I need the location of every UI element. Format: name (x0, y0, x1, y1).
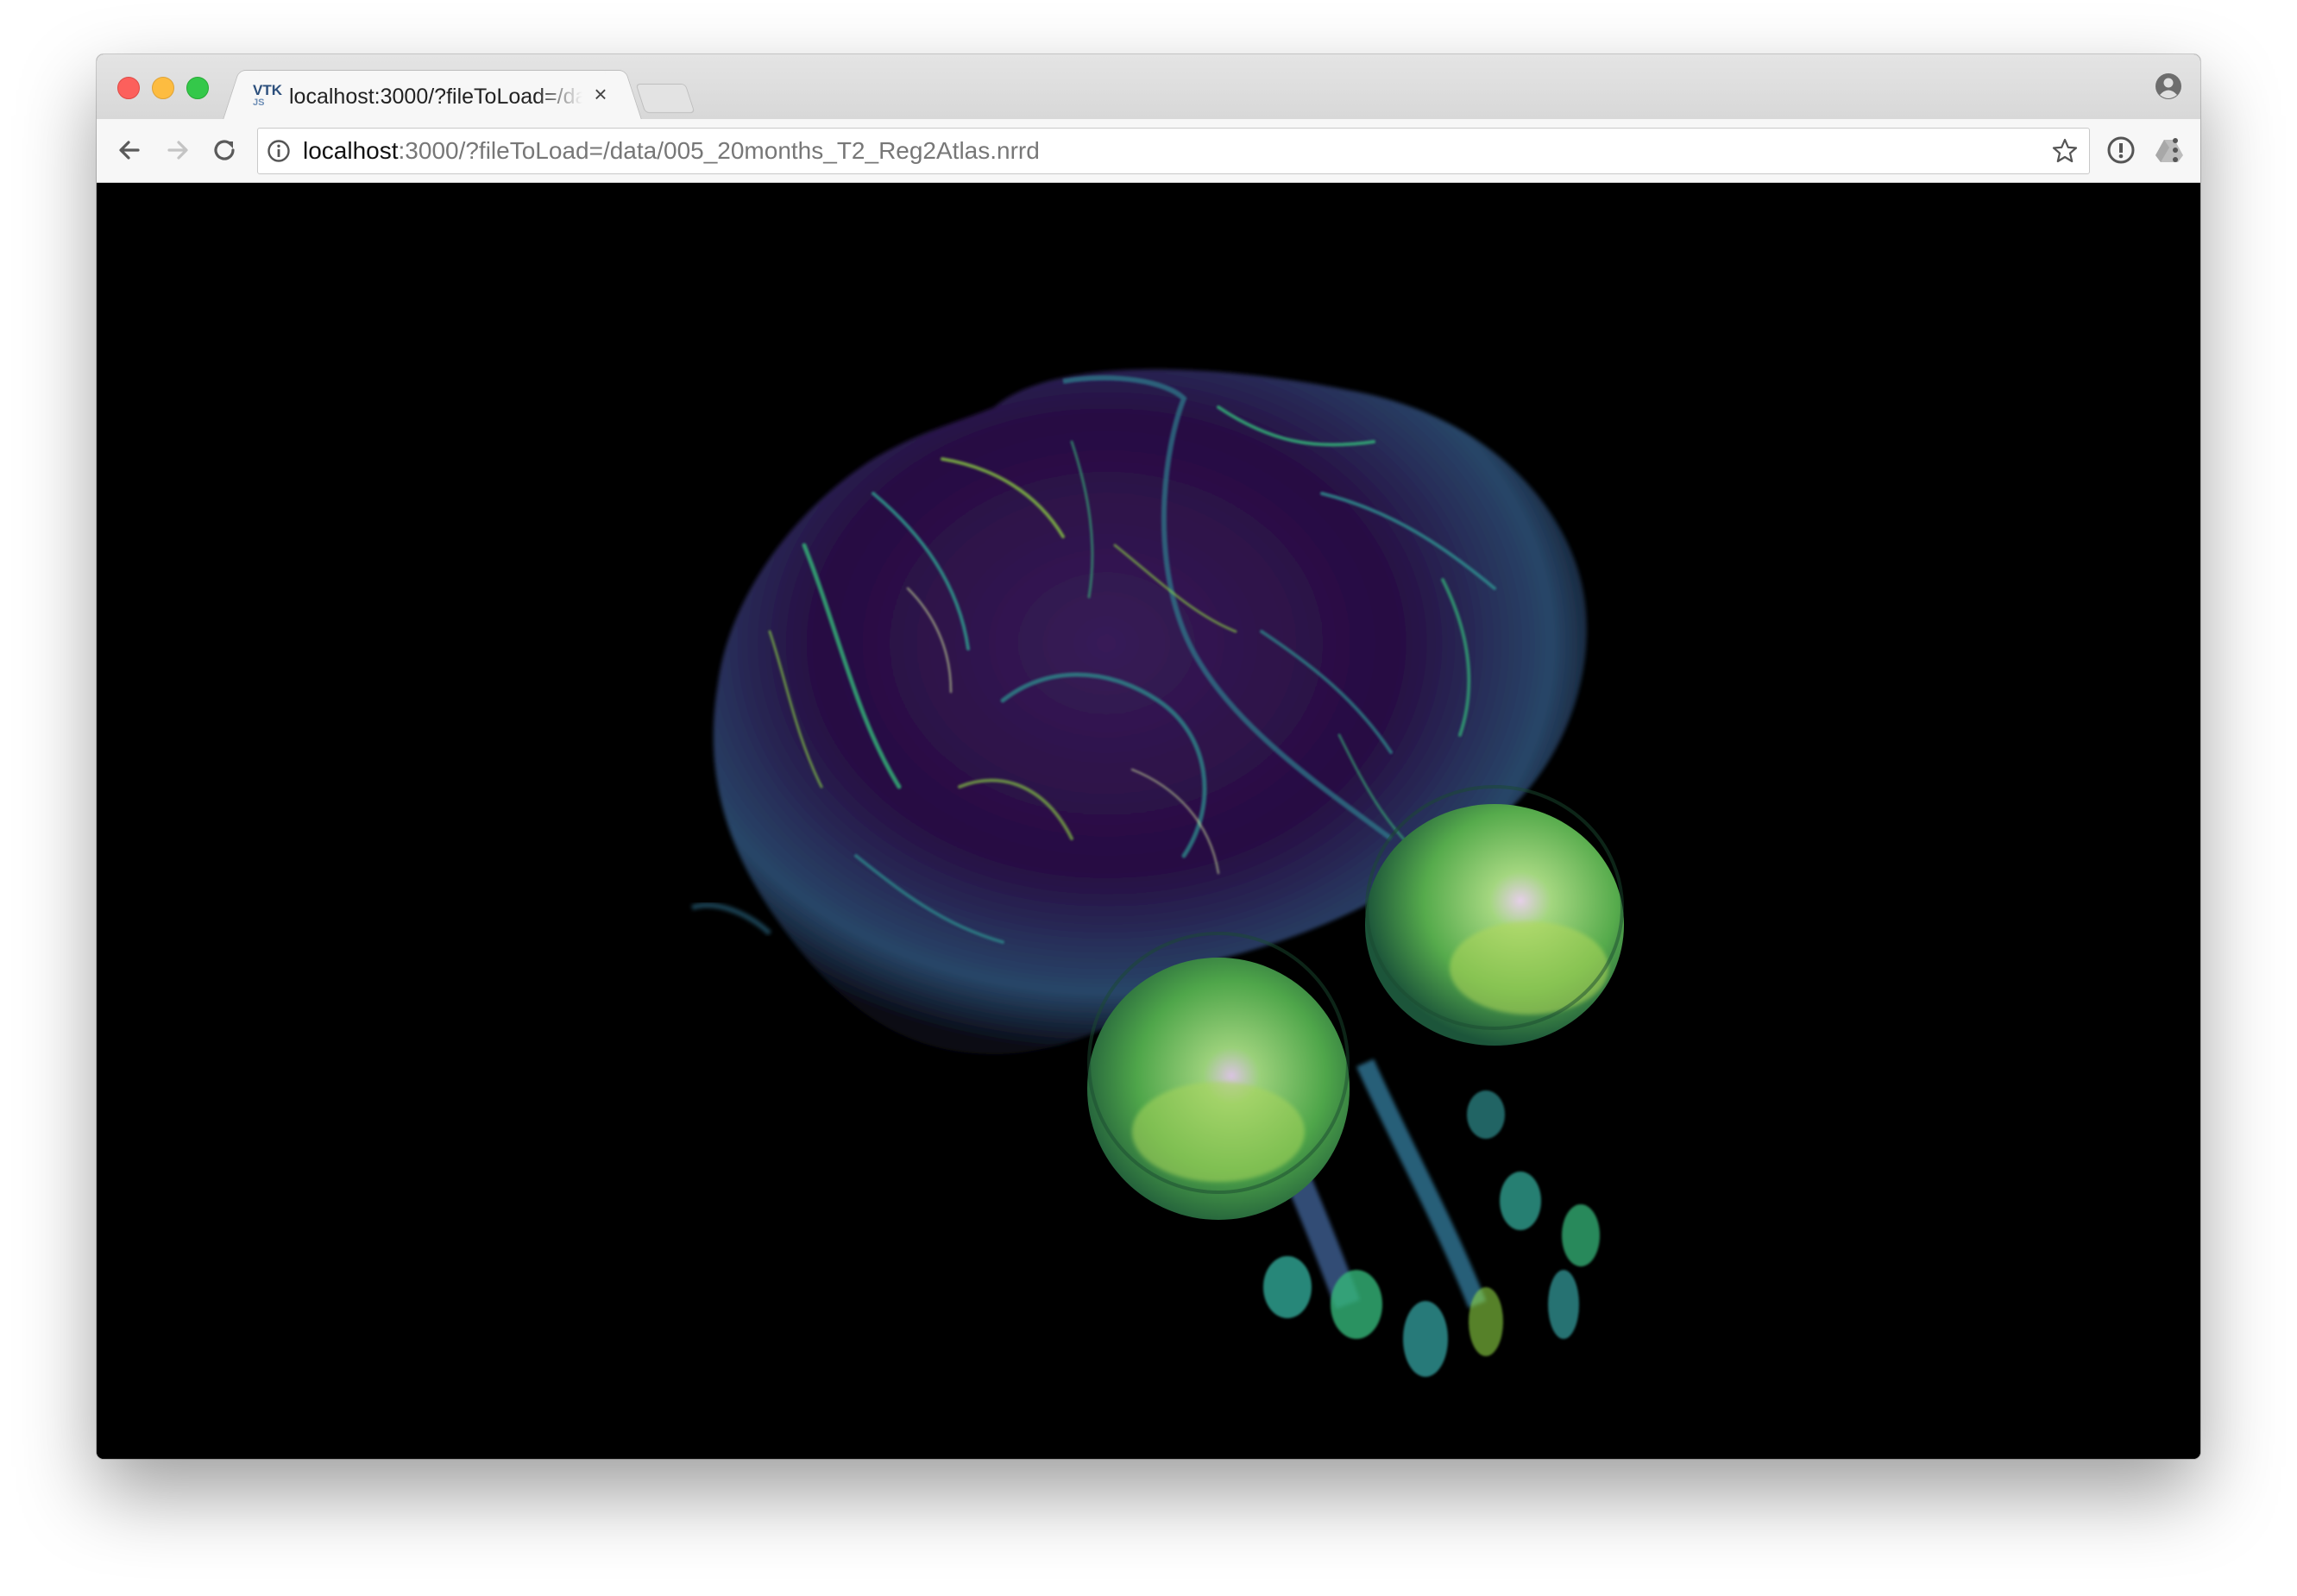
vtk-favicon-icon: VTK JS (253, 82, 282, 108)
browser-window: VTK JS localhost:3000/?fileToLoad=/data/… (97, 54, 2200, 1459)
url-text[interactable]: localhost:3000/?fileToLoad=/data/005_20m… (303, 137, 1040, 165)
url-host: localhost (303, 137, 399, 164)
tab-title: localhost:3000/?fileToLoad=/data/005_20m… (289, 85, 582, 109)
tab-active[interactable]: VTK JS localhost:3000/?fileToLoad=/data/… (242, 70, 623, 121)
volume-rendering (691, 369, 1624, 1377)
window-maximize-button[interactable] (186, 77, 209, 99)
arrow-left-icon[interactable] (112, 133, 147, 167)
arrow-right-icon[interactable] (160, 133, 195, 167)
star-icon[interactable] (2051, 137, 2079, 165)
browser-toolbar: localhost:3000/?fileToLoad=/data/005_20m… (97, 119, 2200, 183)
window-minimize-button[interactable] (152, 77, 174, 99)
kebab-menu-icon[interactable] (2169, 135, 2181, 166)
address-bar[interactable]: localhost:3000/?fileToLoad=/data/005_20m… (257, 128, 2090, 174)
reload-icon[interactable] (207, 133, 242, 167)
tab-close-button[interactable]: × (589, 81, 612, 107)
new-tab-button[interactable] (635, 84, 695, 113)
title-bar: VTK JS localhost:3000/?fileToLoad=/data/… (97, 54, 2200, 121)
vtk-render-canvas[interactable] (97, 183, 2200, 1459)
window-close-button[interactable] (117, 77, 140, 99)
info-icon[interactable] (267, 139, 291, 163)
profile-icon[interactable] (2154, 72, 2183, 101)
url-path: :3000/?fileToLoad=/data/005_20months_T2_… (398, 137, 1040, 164)
password-manager-icon[interactable] (2105, 135, 2137, 166)
